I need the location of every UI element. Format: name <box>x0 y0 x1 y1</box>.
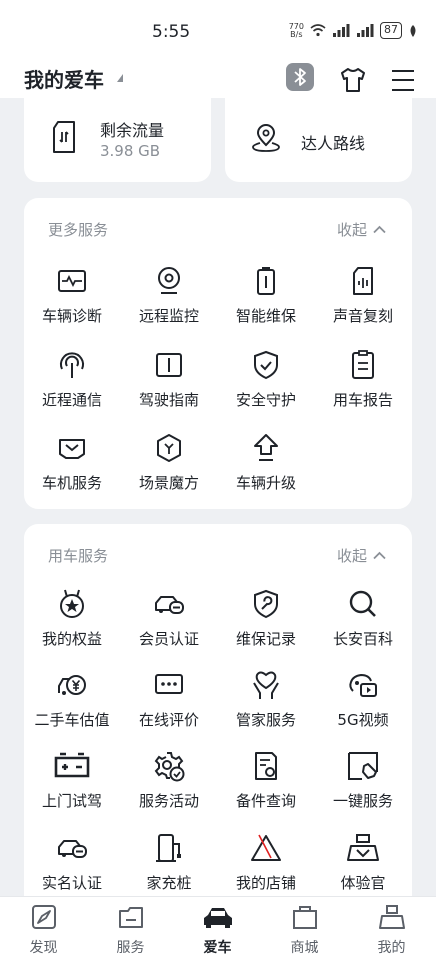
chevron-up-icon <box>373 551 386 560</box>
more-services-card: 更多服务 收起 车辆诊断 远程监控 智能维保 声音复刻 近程通信 驾驶指南 安全… <box>24 198 412 509</box>
gear-check-icon <box>154 752 185 782</box>
yuan-car-icon <box>58 675 86 695</box>
grid-item-voice-clone[interactable]: 声音复刻 <box>315 265 411 335</box>
status-icons: 770 B/s 87 <box>289 22 418 39</box>
battery-indicator: 87 <box>380 22 402 39</box>
card-value: 3.98 GB <box>100 142 161 160</box>
collapse-button[interactable]: 收起 <box>337 545 386 566</box>
voice-card-icon <box>353 267 373 295</box>
grid-item-one-tap[interactable]: 一键服务 <box>315 750 411 820</box>
grid-item-home-charger[interactable]: 家充桩 <box>121 832 217 902</box>
card-label: 剩余流量 <box>100 121 165 140</box>
comment-icon <box>155 674 183 694</box>
one-tap-icon <box>348 752 378 780</box>
location-pin-icon <box>252 124 280 152</box>
grid-item-driving-guide[interactable]: 驾驶指南 <box>121 349 217 419</box>
leaf-icon <box>410 24 416 37</box>
id-car-icon <box>58 840 87 858</box>
grid-item-my-store[interactable]: 我的店铺 <box>218 832 314 902</box>
parts-doc-icon <box>255 752 277 780</box>
grid-item-5g-video[interactable]: 5G视频 <box>315 669 411 739</box>
heart-hand-icon <box>253 671 279 699</box>
grid-item-safety[interactable]: 安全守护 <box>218 349 314 419</box>
status-time: 5:55 <box>152 22 191 42</box>
search-icon <box>349 590 376 617</box>
menu-icon[interactable] <box>391 68 415 92</box>
grid-item-monitor[interactable]: 远程监控 <box>121 265 217 335</box>
profile-icon <box>378 905 405 929</box>
grid-item-maint-record[interactable]: 维保记录 <box>218 588 314 658</box>
video-icon <box>349 673 377 697</box>
battery-icon <box>257 267 275 295</box>
signal-bars-icon-2 <box>357 24 374 37</box>
net-speed: 770 B/s <box>288 21 304 39</box>
tab-my-car[interactable]: 爱车 <box>174 903 261 957</box>
section-title: 用车服务 <box>48 547 109 565</box>
shirt-icon[interactable] <box>339 67 367 93</box>
shield-check-icon <box>254 350 278 380</box>
sim-card-icon <box>53 121 75 153</box>
wifi-icon <box>310 24 326 37</box>
tab-service[interactable]: 服务 <box>87 903 174 957</box>
collapse-button[interactable]: 收起 <box>337 219 386 240</box>
grid-item-member-auth[interactable]: 会员认证 <box>121 588 217 658</box>
grid-item-head-unit[interactable]: 车机服务 <box>24 432 120 502</box>
diagnosis-icon <box>58 270 86 292</box>
tab-discover[interactable]: 发现 <box>0 903 87 957</box>
car-screen-icon <box>59 439 85 459</box>
experience-icon <box>347 834 379 861</box>
signal-icon <box>60 352 84 378</box>
page-title[interactable]: 我的爱车 <box>24 64 104 93</box>
grid-item-usage-report[interactable]: 用车报告 <box>315 349 411 419</box>
grid-item-butler[interactable]: 管家服务 <box>218 669 314 739</box>
grid-item-scene-cube[interactable]: 场景魔方 <box>121 432 217 502</box>
data-usage-card[interactable]: 剩余流量 3.98 GB <box>24 96 211 182</box>
grid-item-upgrade[interactable]: 车辆升级 <box>218 432 314 502</box>
camera-icon <box>158 267 180 294</box>
expert-route-card[interactable]: 达人路线 <box>225 96 412 182</box>
card-label: 达人路线 <box>301 134 366 153</box>
car-services-card: 用车服务 收起 我的权益 会员认证 维保记录 长安百科 二手车估值 在线评价 管… <box>24 524 412 904</box>
grid-item-diagnosis[interactable]: 车辆诊断 <box>24 265 120 335</box>
grid-item-near-comm[interactable]: 近程通信 <box>24 349 120 419</box>
test-drive-icon <box>54 752 90 778</box>
store-icon <box>251 834 281 861</box>
compass-icon <box>31 905 56 929</box>
section-title: 更多服务 <box>48 221 109 239</box>
medal-icon <box>60 589 84 618</box>
tab-profile[interactable]: 我的 <box>348 903 435 957</box>
chevron-up-icon <box>373 225 386 234</box>
grid-item-parts[interactable]: 备件查询 <box>218 750 314 820</box>
book-icon <box>156 353 182 377</box>
grid-item-used-car[interactable]: 二手车估值 <box>24 669 120 739</box>
bag-icon <box>292 906 317 929</box>
charger-icon <box>156 834 181 862</box>
car-icon <box>203 908 232 928</box>
grid-item-test-drive[interactable]: 上门试驾 <box>24 750 120 820</box>
tab-mall[interactable]: 商城 <box>261 903 348 957</box>
bluetooth-icon[interactable] <box>286 63 314 91</box>
upgrade-arrow-icon <box>254 434 278 461</box>
grid-item-maintenance[interactable]: 智能维保 <box>218 265 314 335</box>
member-car-icon <box>155 596 184 614</box>
signal-bars-icon <box>333 24 350 37</box>
grid-item-real-name[interactable]: 实名认证 <box>24 832 120 902</box>
grid-item-online-review[interactable]: 在线评价 <box>121 669 217 739</box>
page-header: 我的爱车 <box>0 52 436 98</box>
grid-item-benefits[interactable]: 我的权益 <box>24 588 120 658</box>
wrench-shield-icon <box>254 589 278 619</box>
cube-icon <box>157 434 181 462</box>
grid-item-service-activity[interactable]: 服务活动 <box>121 750 217 820</box>
service-icon <box>118 907 143 928</box>
grid-item-encyclopedia[interactable]: 长安百科 <box>315 588 411 658</box>
bottom-tab-bar: 发现 服务 爱车 商城 我的 <box>0 896 436 960</box>
grid-item-experience[interactable]: 体验官 <box>315 832 411 902</box>
report-icon <box>352 350 374 379</box>
caret-down-icon[interactable] <box>117 74 123 82</box>
